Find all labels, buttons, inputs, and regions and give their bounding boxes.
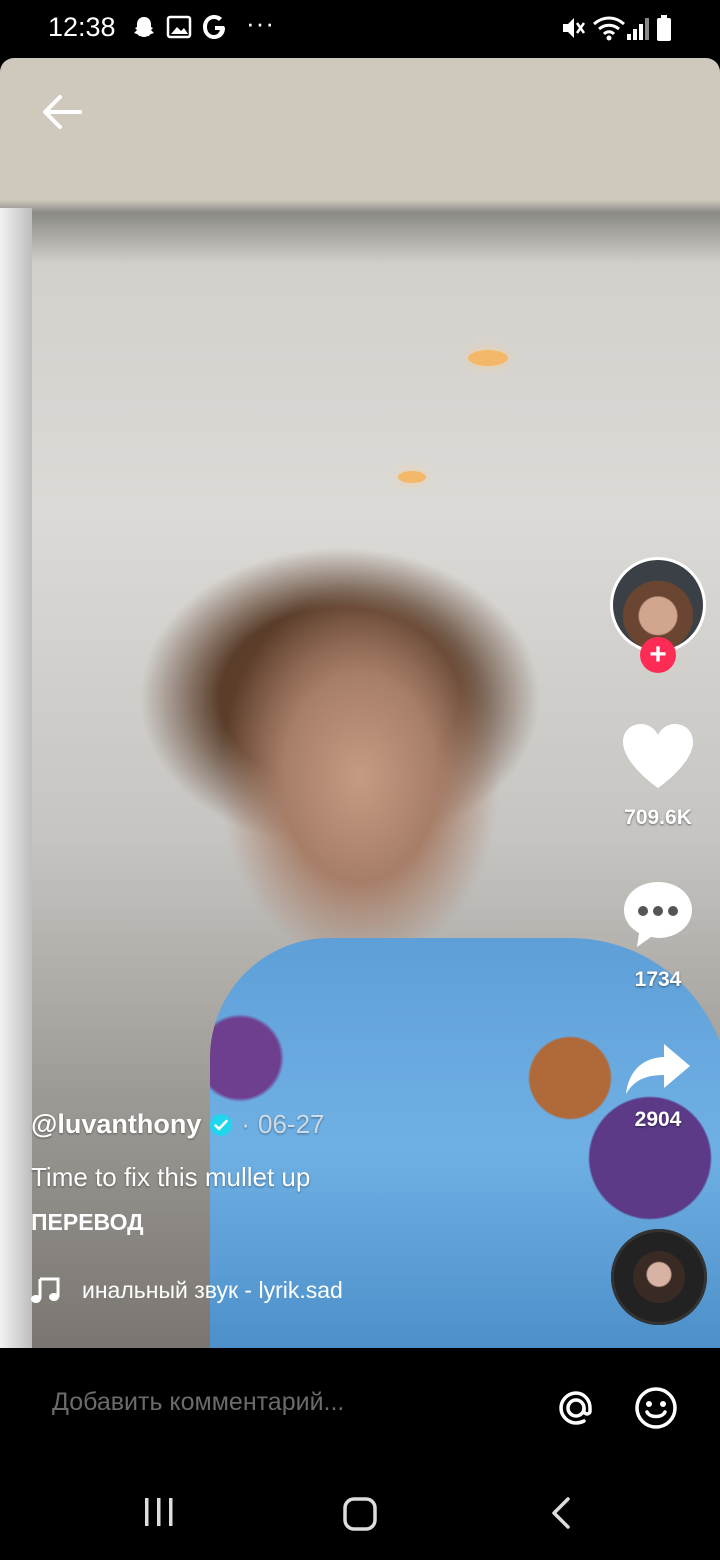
creator-username[interactable]: @luvanthony <box>31 1109 201 1140</box>
creator-info: @luvanthony · 06-27 <box>31 1109 325 1140</box>
wifi-icon <box>593 16 625 41</box>
comment-bar: Добавить комментарий... <box>0 1348 720 1460</box>
ceiling-light <box>398 471 426 483</box>
snapchat-icon <box>134 17 154 37</box>
status-time: 12:38 <box>48 12 116 42</box>
google-icon <box>203 15 225 39</box>
status-bar: 12:38 ··· <box>0 0 720 58</box>
video-player[interactable] <box>0 58 720 1348</box>
recent-apps-icon[interactable] <box>142 1496 176 1528</box>
sound-info[interactable]: инальный звук - lyrik.sad <box>30 1275 343 1305</box>
comment-button[interactable] <box>610 880 706 950</box>
like-count: 709.6K <box>624 806 692 829</box>
ceiling-light <box>468 350 508 366</box>
verified-badge-icon <box>210 1113 233 1136</box>
share-arrow-icon <box>626 1044 690 1094</box>
back-icon[interactable] <box>548 1496 574 1530</box>
sound-disc[interactable] <box>611 1229 707 1325</box>
mention-icon[interactable] <box>552 1384 600 1432</box>
sound-cover <box>633 1251 685 1303</box>
follow-button[interactable]: + <box>640 637 676 673</box>
video-caption: Time to fix this mullet up <box>31 1162 311 1192</box>
signal-icon <box>627 18 649 40</box>
share-count: 2904 <box>634 1108 682 1131</box>
system-nav-bar <box>0 1460 720 1560</box>
comment-count: 1734 <box>634 968 682 991</box>
comment-input[interactable]: Добавить комментарий... <box>52 1388 344 1417</box>
heart-icon <box>623 724 693 788</box>
plus-icon: + <box>649 638 667 671</box>
share-button[interactable] <box>610 1042 706 1096</box>
mute-icon <box>563 18 586 38</box>
emoji-icon[interactable] <box>632 1384 680 1432</box>
battery-icon <box>657 15 671 41</box>
home-icon[interactable] <box>342 1496 378 1532</box>
date-separator: · <box>241 1109 251 1139</box>
like-button[interactable] <box>610 722 706 790</box>
translate-button[interactable]: ПЕРЕВОД <box>31 1209 144 1236</box>
music-note-icon <box>31 1277 60 1303</box>
gallery-icon <box>166 15 192 39</box>
sound-title: инальный звук - lyrik.sad <box>82 1276 343 1303</box>
back-arrow-icon[interactable] <box>40 90 84 134</box>
comment-bubble-icon <box>624 882 692 947</box>
post-date: 06-27 <box>258 1109 325 1139</box>
more-notifications-icon: ··· <box>246 8 275 38</box>
